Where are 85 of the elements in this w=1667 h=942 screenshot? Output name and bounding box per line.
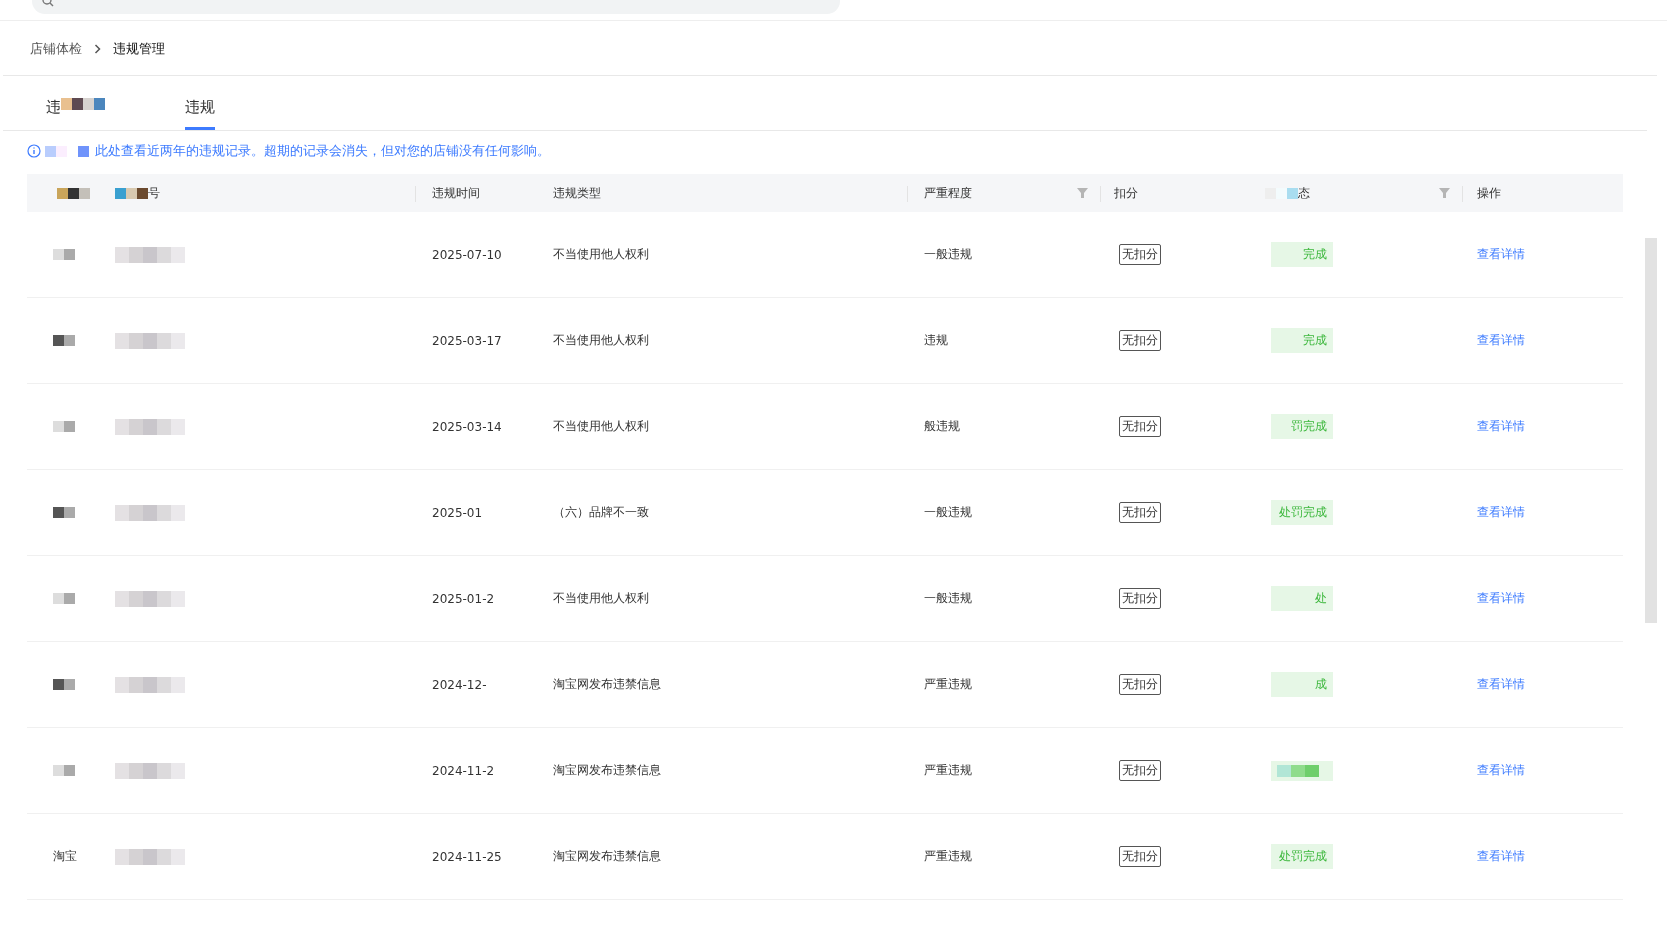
table-cell: 一般违规 [924, 504, 972, 521]
redacted-block [57, 187, 90, 199]
tab[interactable]: 违 [46, 98, 105, 130]
filter-icon[interactable] [1439, 188, 1450, 198]
table-cell: 2024-11-25 [432, 849, 502, 864]
column-header: 违规时间 [432, 184, 480, 202]
filter-icon[interactable] [1077, 188, 1088, 198]
table-cell: 淘宝网发布违禁信息 [553, 762, 661, 779]
redacted-block [53, 765, 75, 776]
table-cell: 2025-01-2 [432, 591, 495, 606]
tab[interactable]: 违规 [185, 98, 215, 130]
table-cell: 2025-07-10 [432, 247, 502, 262]
status-tag: 成 [1271, 672, 1333, 697]
table-cell: 严重违规 [924, 848, 972, 865]
status-tag: 处罚完成 [1271, 844, 1333, 869]
redacted-block [115, 418, 185, 435]
table-cell: （六）品牌不一致 [553, 504, 649, 521]
deduction-tag: 无扣分 [1119, 588, 1161, 609]
scrollbar[interactable] [1645, 238, 1657, 623]
table-cell: 2024-12- [432, 677, 487, 692]
redacted-block [53, 679, 75, 690]
status-tag: 处 [1271, 586, 1333, 611]
table-cell: 淘宝网发布违禁信息 [553, 848, 661, 865]
redacted-block [53, 421, 75, 432]
redacted-block [115, 590, 185, 607]
column-header: 操作 [1477, 184, 1501, 202]
redacted-block [115, 332, 185, 349]
status-tag: 处罚完成 [1271, 500, 1333, 525]
table-cell: 2025-03-14 [432, 419, 502, 434]
redacted-block [115, 676, 185, 693]
column-header: 扣分 [1114, 184, 1138, 202]
notice-text: 此处查看近两年的违规记录。超期的记录会消失，但对您的店铺没有任何影响。 [95, 142, 550, 160]
table-cell: 严重违规 [924, 676, 972, 693]
redacted-block [53, 335, 75, 346]
chevron-right-icon [94, 44, 101, 54]
table-cell: 不当使用他人权利 [553, 590, 649, 607]
deduction-tag: 无扣分 [1119, 244, 1161, 265]
deduction-tag: 无扣分 [1119, 502, 1161, 523]
table-cell: 淘宝网发布违禁信息 [553, 676, 661, 693]
column-header: 号 [148, 184, 160, 202]
redacted-block [53, 593, 75, 604]
view-details-link[interactable]: 查看详情 [1477, 848, 1525, 865]
table-cell: 一般违规 [924, 590, 972, 607]
breadcrumb-item[interactable]: 店铺体检 [30, 40, 82, 58]
table-cell: 2025-01 [432, 505, 483, 520]
column-header: 态 [1298, 184, 1310, 202]
table-cell: 2024-11-2 [432, 763, 495, 778]
view-details-link[interactable]: 查看详情 [1477, 762, 1525, 779]
redacted-block [1265, 187, 1298, 199]
view-details-link[interactable]: 查看详情 [1477, 504, 1525, 521]
view-details-link[interactable]: 查看详情 [1477, 676, 1525, 693]
table-cell: 淘宝 [53, 848, 77, 865]
redacted-block [53, 249, 75, 260]
redacted-block [115, 762, 185, 779]
info-icon [27, 144, 41, 158]
column-header: 严重程度 [924, 184, 972, 202]
table-cell: 2025-03-17 [432, 333, 502, 348]
redacted-block [115, 246, 185, 263]
column-header: 违规类型 [553, 184, 601, 202]
view-details-link[interactable]: 查看详情 [1477, 332, 1525, 349]
redacted-block [45, 145, 89, 157]
status-tag: 罚完成 [1271, 414, 1333, 439]
table-cell: 般违规 [924, 418, 960, 435]
status-tag: 完成 [1271, 242, 1333, 267]
deduction-tag: 无扣分 [1119, 330, 1161, 351]
deduction-tag: 无扣分 [1119, 416, 1161, 437]
table-cell: 不当使用他人权利 [553, 246, 649, 263]
redacted-block [53, 507, 75, 518]
redacted-block [115, 848, 185, 865]
deduction-tag: 无扣分 [1119, 846, 1161, 867]
table-cell: 违规 [924, 332, 948, 349]
redacted-block [115, 504, 185, 521]
status-tag: 完成 [1271, 328, 1333, 353]
redacted-block [115, 187, 148, 199]
table-cell: 不当使用他人权利 [553, 418, 649, 435]
deduction-tag: 无扣分 [1119, 760, 1161, 781]
table-cell: 不当使用他人权利 [553, 332, 649, 349]
view-details-link[interactable]: 查看详情 [1477, 590, 1525, 607]
breadcrumb-item: 违规管理 [113, 40, 165, 58]
status-tag [1271, 760, 1333, 781]
table-cell: 严重违规 [924, 762, 972, 779]
table-cell: 一般违规 [924, 246, 972, 263]
deduction-tag: 无扣分 [1119, 674, 1161, 695]
view-details-link[interactable]: 查看详情 [1477, 418, 1525, 435]
view-details-link[interactable]: 查看详情 [1477, 246, 1525, 263]
